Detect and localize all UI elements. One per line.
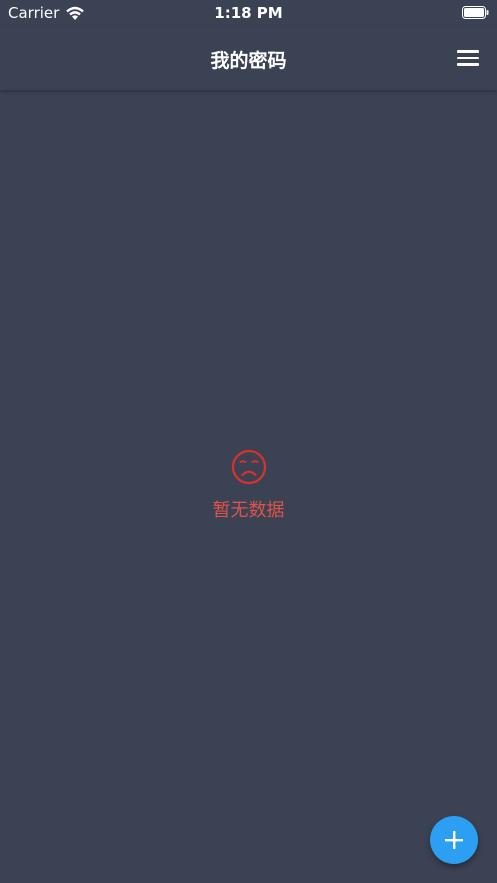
navigation-bar: 我的密码	[0, 26, 497, 90]
menu-button[interactable]	[455, 46, 481, 70]
empty-message: 暂无数据	[212, 500, 285, 521]
page-title: 我的密码	[210, 50, 287, 72]
status-bar: Carrier 1:18 PM	[0, 0, 497, 26]
plus-icon	[445, 831, 463, 849]
menu-icon-bar-bottom	[457, 63, 479, 66]
app-screen: Carrier 1:18 PM 我的密码 暂无数据	[0, 0, 497, 883]
battery-icon	[462, 6, 489, 19]
add-button[interactable]	[430, 816, 478, 864]
status-time: 1:18 PM	[214, 4, 283, 22]
menu-icon-bar-top	[457, 50, 479, 53]
menu-icon-bar-middle	[457, 56, 479, 59]
sad-face-icon	[231, 449, 266, 485]
empty-state: 暂无数据	[0, 448, 497, 522]
